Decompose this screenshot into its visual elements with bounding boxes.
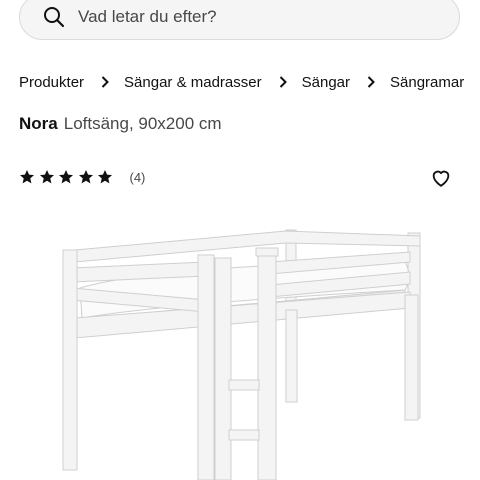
search-input[interactable] <box>78 7 408 27</box>
product-title: Nora Loftsäng, 90x200 cm <box>19 114 222 134</box>
breadcrumb-item-sangramar[interactable]: Sängramar <box>390 74 464 91</box>
heart-icon[interactable] <box>430 167 452 189</box>
chevron-right-icon <box>277 76 289 88</box>
product-image <box>62 229 421 480</box>
breadcrumb-item-sangar-madrasser[interactable]: Sängar & madrasser <box>124 74 262 91</box>
product-name: Nora <box>19 114 58 133</box>
search-bar[interactable] <box>19 0 460 40</box>
breadcrumb: Produkter Sängar & madrasser Sängar Säng… <box>19 71 464 93</box>
product-rating[interactable]: (4) <box>19 169 145 185</box>
star-icon <box>39 169 55 185</box>
review-count[interactable]: (4) <box>130 170 146 185</box>
star-icon <box>19 169 35 185</box>
star-icon <box>58 169 74 185</box>
star-icon <box>78 169 94 185</box>
chevron-right-icon <box>99 76 111 88</box>
breadcrumb-item-sangar[interactable]: Sängar <box>302 74 350 91</box>
chevron-right-icon <box>365 76 377 88</box>
product-description: Loftsäng, 90x200 cm <box>63 114 222 133</box>
breadcrumb-item-produkter[interactable]: Produkter <box>19 74 84 91</box>
star-icon <box>97 169 113 185</box>
search-icon[interactable] <box>42 5 66 29</box>
